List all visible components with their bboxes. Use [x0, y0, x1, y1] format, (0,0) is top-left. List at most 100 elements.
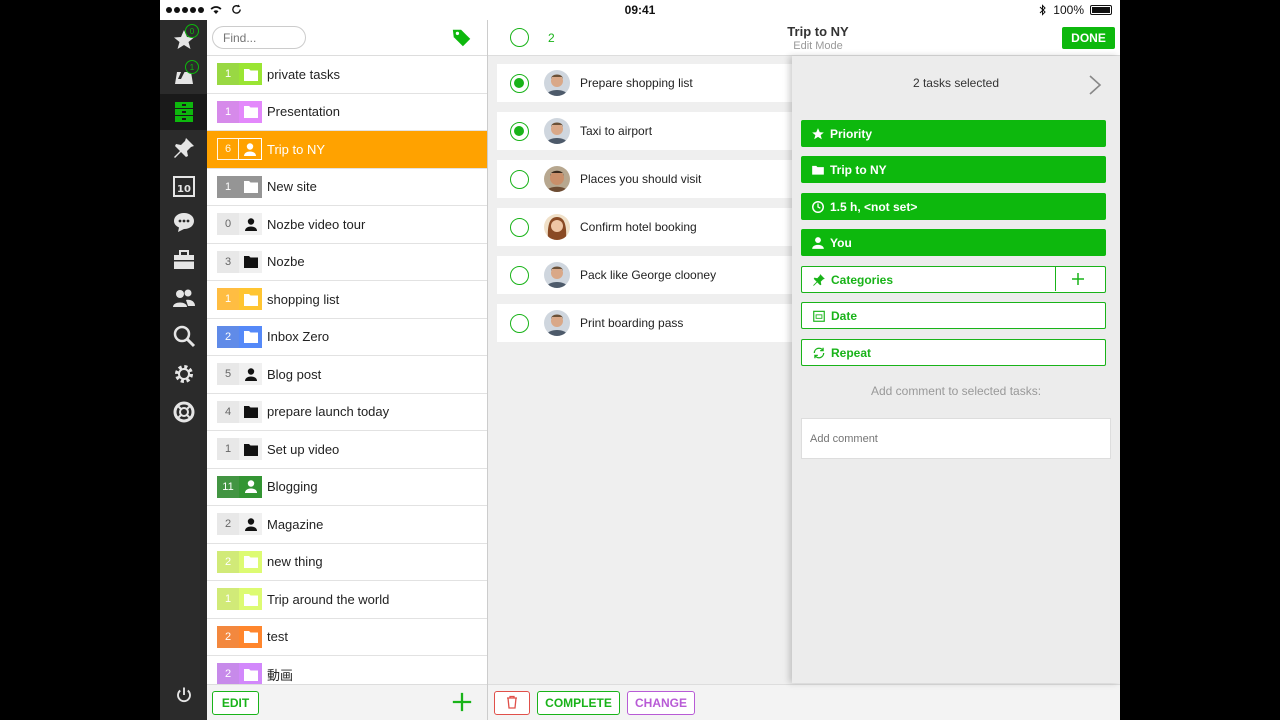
date-button[interactable]: Date: [801, 302, 1106, 329]
project-label: Trip to NY: [830, 162, 887, 177]
bluetooth-icon: [1039, 4, 1047, 16]
battery-icon: [1090, 5, 1112, 15]
project-count: 1: [217, 100, 239, 123]
project-count: 2: [217, 625, 239, 648]
rail-projects[interactable]: [160, 94, 207, 130]
clock: 09:41: [624, 3, 656, 17]
project-name: Blogging: [267, 479, 318, 495]
project-count: 3: [217, 250, 239, 273]
comment-input[interactable]: [801, 418, 1111, 459]
select-all-checkbox[interactable]: [510, 28, 529, 47]
rail-settings[interactable]: [160, 356, 207, 392]
task-checkbox[interactable]: [510, 121, 529, 141]
categories-button[interactable]: Categories: [801, 266, 1106, 293]
done-button[interactable]: DONE: [1062, 27, 1115, 49]
pin-icon: [173, 138, 194, 158]
chevron-right-icon[interactable]: [1088, 74, 1102, 96]
delete-button[interactable]: [494, 691, 530, 715]
rail-priority[interactable]: 0: [160, 22, 207, 58]
change-button[interactable]: CHANGE: [627, 691, 695, 715]
project-item[interactable]: 1 shopping list: [207, 281, 487, 319]
task-row[interactable]: Prepare shopping list: [497, 64, 797, 102]
project-item[interactable]: 1 Trip around the world: [207, 581, 487, 619]
project-item[interactable]: 2 test: [207, 619, 487, 656]
project-count: 0: [217, 213, 239, 236]
task-row[interactable]: Confirm hotel booking: [497, 208, 797, 246]
project-name: Trip to NY: [267, 141, 326, 157]
project-item[interactable]: 2 Magazine: [207, 506, 487, 544]
task-checkbox[interactable]: [510, 217, 529, 237]
rail-calendar[interactable]: 10: [160, 168, 207, 204]
task-row[interactable]: Places you should visit: [497, 160, 797, 198]
add-project-icon[interactable]: [451, 691, 473, 713]
task-row[interactable]: Print boarding pass: [497, 304, 797, 342]
rail-templates[interactable]: [160, 242, 207, 278]
project-name: private tasks: [267, 66, 340, 82]
rail-logout[interactable]: [160, 677, 207, 713]
find-input[interactable]: [212, 26, 306, 49]
task-checkbox[interactable]: [510, 313, 529, 333]
project-item[interactable]: 1 private tasks: [207, 56, 487, 94]
complete-button[interactable]: COMPLETE: [537, 691, 620, 715]
people-icon: [172, 289, 195, 307]
chat-icon: [173, 213, 194, 232]
project-name: new thing: [267, 554, 323, 570]
project-name: Magazine: [267, 516, 324, 532]
project-button[interactable]: Trip to NY: [801, 156, 1106, 183]
plus-icon: [1072, 273, 1084, 285]
project-list-header: [207, 20, 487, 56]
responsible-label: You: [830, 235, 852, 250]
rail-help[interactable]: [160, 394, 207, 430]
app-screen: 09:41 100% 0 1 10 Find... 1 private task…: [160, 0, 1120, 720]
project-name: prepare launch today: [267, 404, 390, 420]
project-count: 1: [217, 288, 239, 311]
add-category-button[interactable]: [1055, 267, 1105, 291]
project-name: Inbox Zero: [267, 329, 330, 345]
rail-categories[interactable]: [160, 130, 207, 166]
rail-comments[interactable]: [160, 204, 207, 240]
repeat-button[interactable]: Repeat: [801, 339, 1106, 366]
task-title: Places you should visit: [580, 172, 702, 186]
project-item[interactable]: 1 New site: [207, 169, 487, 206]
task-row[interactable]: Pack like George clooney: [497, 256, 797, 294]
folder-icon: [239, 438, 262, 461]
task-checkbox[interactable]: [510, 73, 529, 93]
project-item[interactable]: 1 Set up video: [207, 431, 487, 469]
project-item[interactable]: 5 Blog post: [207, 356, 487, 394]
batch-edit-panel: 2 tasks selected Priority Trip to NY 1.5…: [792, 56, 1120, 683]
responsible-button[interactable]: You: [801, 229, 1106, 256]
date-label: Date: [831, 308, 858, 323]
page-subtitle: Edit Mode: [793, 40, 843, 52]
edit-button[interactable]: EDIT: [212, 691, 259, 715]
rail-team[interactable]: [160, 280, 207, 316]
project-item[interactable]: 1 Presentation: [207, 94, 487, 131]
project-item[interactable]: 3 Nozbe: [207, 244, 487, 281]
project-count: 6: [217, 138, 239, 161]
rail-inbox[interactable]: 1: [160, 58, 207, 94]
rail-search[interactable]: [160, 318, 207, 354]
project-name: Set up video: [267, 441, 340, 457]
project-name: Nozbe: [267, 254, 305, 270]
project-item[interactable]: 2 new thing: [207, 544, 487, 581]
project-item[interactable]: 4 prepare launch today: [207, 394, 487, 431]
person-icon: [239, 513, 262, 536]
task-checkbox[interactable]: [510, 265, 529, 285]
avatar: [544, 310, 570, 336]
calendar-icon: [813, 310, 825, 322]
folder-icon: [239, 288, 262, 311]
task-row[interactable]: Taxi to airport: [497, 112, 797, 150]
project-count: 1: [217, 438, 239, 461]
project-item[interactable]: 2 Inbox Zero: [207, 319, 487, 356]
project-count: 1: [217, 588, 239, 611]
star-icon: [812, 127, 824, 139]
tag-icon[interactable]: [451, 27, 473, 49]
project-item[interactable]: 6 Trip to NY: [207, 131, 487, 169]
project-item[interactable]: 0 Nozbe video tour: [207, 206, 487, 244]
folder-icon: [239, 550, 262, 573]
folder-icon: [239, 625, 262, 648]
time-button[interactable]: 1.5 h, <not set>: [801, 193, 1106, 220]
priority-button[interactable]: Priority: [801, 120, 1106, 147]
project-item[interactable]: 11 Blogging: [207, 469, 487, 506]
avatar: [544, 214, 570, 240]
task-checkbox[interactable]: [510, 169, 529, 189]
